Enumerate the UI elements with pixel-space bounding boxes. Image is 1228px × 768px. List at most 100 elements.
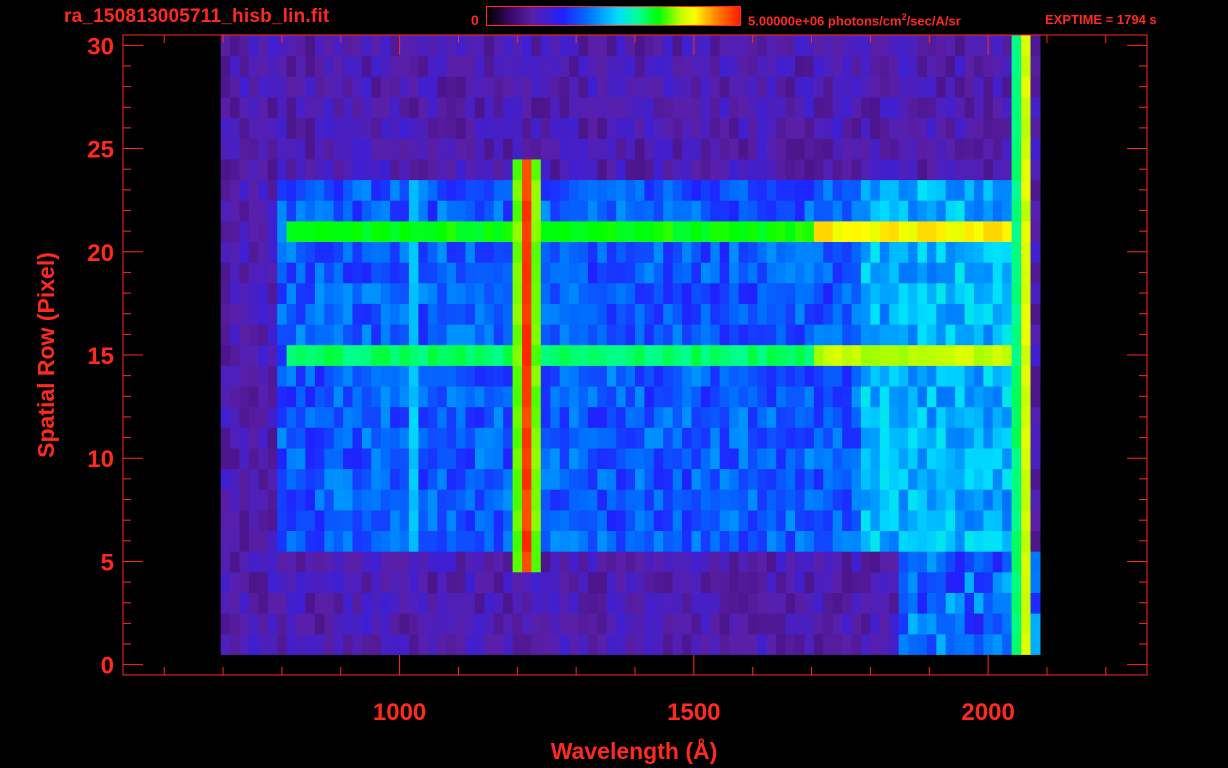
heatmap-cell	[700, 386, 711, 408]
heatmap-cell	[936, 447, 947, 470]
heatmap-cell	[974, 386, 984, 408]
heatmap-cell	[446, 303, 457, 325]
heatmap-cell	[540, 613, 551, 635]
heatmap-cell	[230, 344, 241, 366]
heatmap-cell	[361, 406, 372, 428]
heatmap-cell	[540, 592, 551, 614]
heatmap-cell	[277, 530, 288, 552]
heatmap-cell	[1030, 76, 1041, 98]
heatmap-cell	[757, 117, 768, 139]
heatmap-cell	[870, 509, 881, 531]
heatmap-cell	[503, 158, 514, 181]
heatmap-cell	[1011, 117, 1022, 139]
heatmap-cell	[748, 509, 758, 531]
heatmap-cell	[653, 386, 664, 408]
heatmap-cell	[851, 406, 862, 428]
heatmap-cell	[1002, 386, 1013, 408]
heatmap-cell	[757, 489, 768, 511]
heatmap-cell	[446, 447, 457, 470]
heatmap-cell	[569, 571, 580, 593]
heatmap-cell	[625, 35, 636, 57]
heatmap-cell	[917, 303, 928, 325]
heatmap-cell	[945, 96, 956, 119]
heatmap-cell	[540, 303, 551, 325]
heatmap-cell	[719, 35, 730, 57]
heatmap-cell	[512, 344, 523, 366]
heatmap-cell	[578, 303, 589, 325]
heatmap-cell	[503, 427, 514, 449]
heatmap-cell	[248, 241, 259, 263]
heatmap-cell	[682, 303, 693, 325]
heatmap-cell	[964, 530, 975, 552]
heatmap-cell	[766, 55, 777, 77]
heatmap-cell	[719, 200, 730, 222]
heatmap-cell	[1021, 55, 1032, 77]
heatmap-cell	[333, 35, 344, 57]
heatmap-cell	[248, 489, 259, 511]
heatmap-cell	[550, 468, 561, 490]
heatmap-cell	[286, 406, 297, 428]
heatmap-cell	[597, 509, 608, 531]
heatmap-cell	[587, 200, 598, 222]
heatmap-cell	[606, 76, 617, 98]
heatmap-cell	[889, 365, 900, 387]
heatmap-cell	[672, 158, 683, 181]
heatmap-cell	[851, 489, 862, 511]
heatmap-cell	[955, 76, 966, 98]
heatmap-cell	[964, 241, 975, 263]
heatmap-cell	[672, 386, 683, 408]
heatmap-cell	[522, 592, 532, 614]
heatmap-cell	[333, 324, 344, 346]
heatmap-cell	[399, 241, 410, 263]
heatmap-cell	[286, 592, 297, 614]
heatmap-cell	[1030, 613, 1041, 635]
heatmap-cell	[616, 344, 627, 366]
heatmap-cell	[842, 633, 853, 655]
heatmap-cell	[446, 386, 457, 408]
heatmap-cell	[474, 158, 485, 181]
y-tick-label: 20	[87, 240, 114, 267]
heatmap-cell	[503, 117, 514, 139]
heatmap-cell	[371, 386, 382, 408]
heatmap-cell	[409, 179, 419, 201]
heatmap-cell	[343, 76, 354, 98]
heatmap-cell	[305, 35, 316, 57]
heatmap-cell	[587, 158, 598, 181]
heatmap-cell	[503, 592, 514, 614]
heatmap-cell	[1011, 530, 1022, 552]
heatmap-cell	[286, 468, 297, 490]
heatmap-cell	[908, 96, 919, 119]
heatmap-cell	[522, 406, 532, 428]
heatmap-cell	[776, 447, 787, 470]
heatmap-cell	[832, 633, 843, 655]
heatmap-cell	[230, 76, 241, 98]
heatmap-cell	[456, 468, 467, 490]
heatmap-cell	[503, 96, 514, 119]
heatmap-cell	[522, 509, 532, 531]
heatmap-cell	[908, 427, 919, 449]
heatmap-cell	[286, 447, 297, 470]
heatmap-cell	[974, 509, 984, 531]
heatmap-cell	[1011, 282, 1022, 304]
heatmap-cell	[879, 613, 890, 635]
heatmap-cell	[700, 220, 711, 242]
heatmap-cell	[748, 96, 758, 119]
heatmap-cell	[314, 35, 325, 57]
heatmap-cell	[851, 468, 862, 490]
heatmap-cell	[757, 509, 768, 531]
heatmap-cell	[861, 489, 871, 511]
heatmap-cell	[700, 406, 711, 428]
heatmap-cell	[644, 509, 655, 531]
heatmap-cell	[663, 551, 674, 573]
heatmap-cell	[399, 592, 410, 614]
heatmap-cell	[682, 551, 693, 573]
heatmap-cell	[776, 117, 787, 139]
heatmap-cell	[776, 406, 787, 428]
heatmap-cell	[578, 200, 589, 222]
heatmap-cell	[465, 633, 476, 655]
heatmap-cell	[540, 200, 551, 222]
heatmap-cell	[663, 571, 674, 593]
heatmap-cell	[917, 365, 928, 387]
heatmap-cell	[456, 489, 467, 511]
heatmap-cell	[842, 365, 853, 387]
